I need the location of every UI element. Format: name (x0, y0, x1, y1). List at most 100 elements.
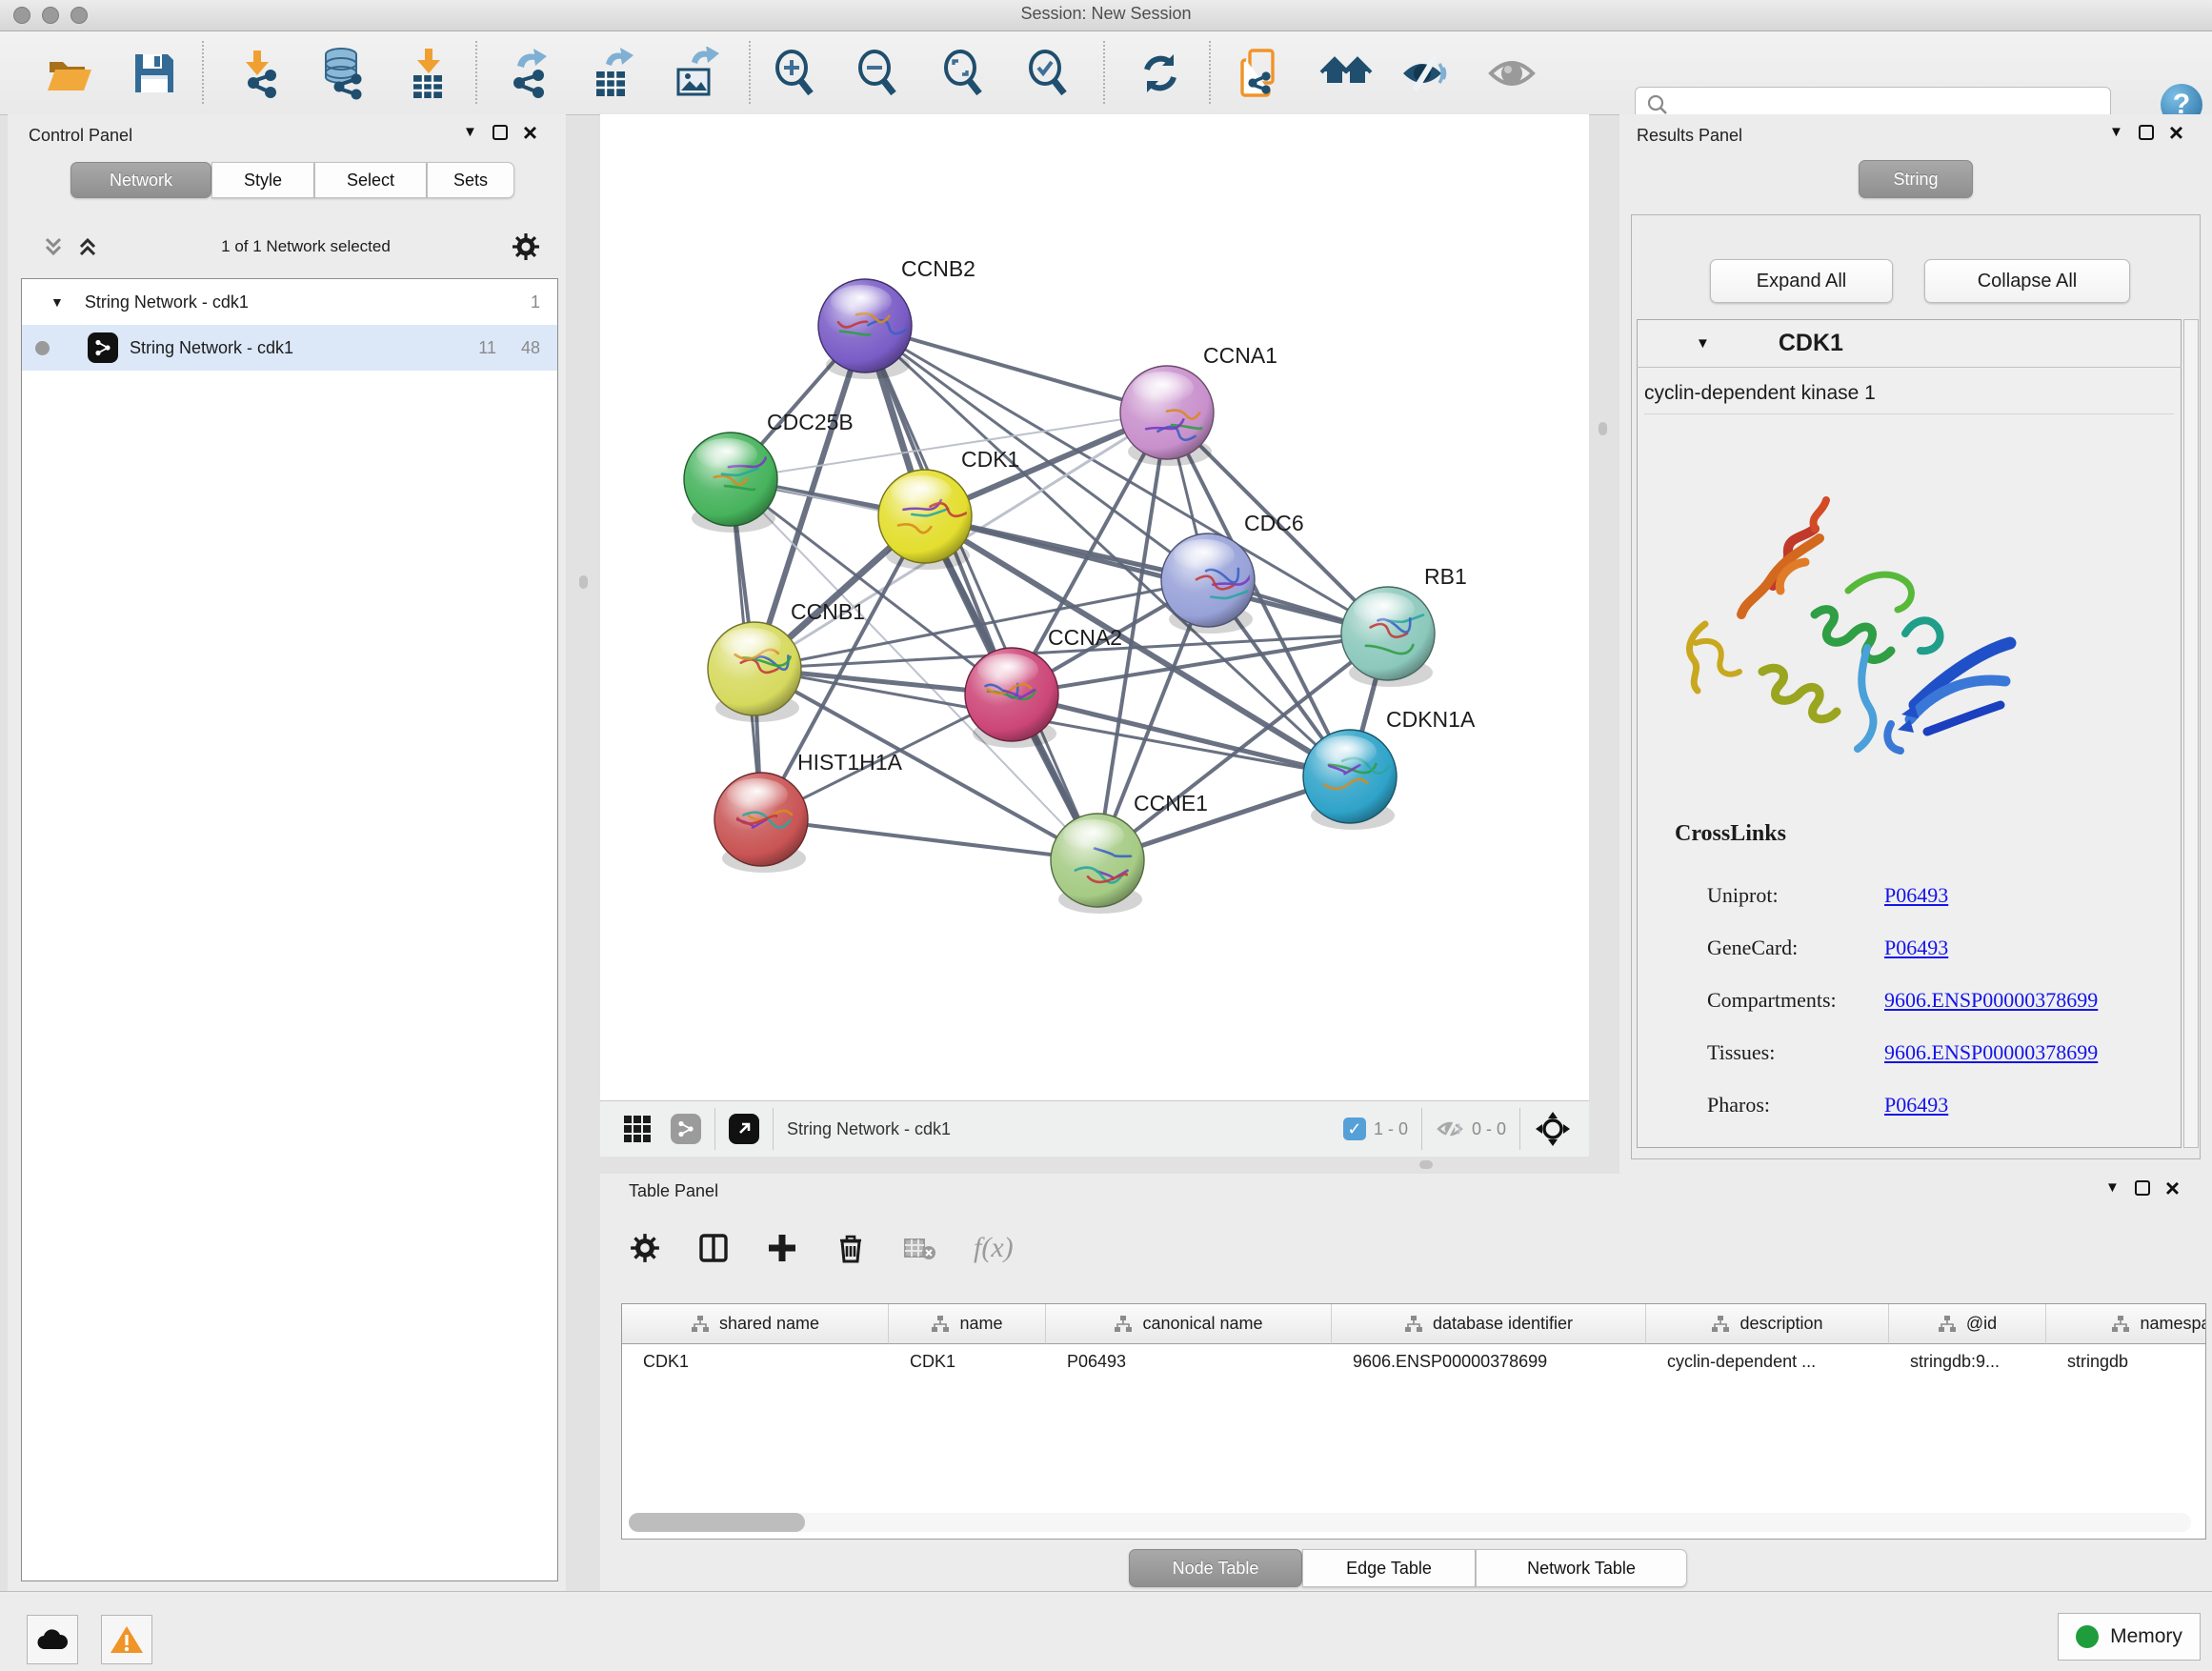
table-cell[interactable]: P06493 (1046, 1344, 1332, 1379)
show-all-button[interactable] (1481, 43, 1542, 104)
network-edge[interactable] (761, 819, 1097, 860)
column-header-canonical-name[interactable]: canonical name (1046, 1304, 1332, 1344)
memory-button[interactable]: Memory (2058, 1613, 2201, 1661)
zoom-fit-button[interactable] (933, 43, 994, 104)
table-cell[interactable]: cyclin-dependent ... (1646, 1344, 1889, 1379)
table-horizontal-scrollbar[interactable] (629, 1513, 2191, 1532)
expand-all-icon[interactable] (74, 233, 101, 260)
network-node[interactable] (1303, 730, 1397, 830)
network-edge[interactable] (865, 326, 1097, 860)
network-row[interactable]: String Network - cdk1 11 48 (22, 325, 557, 371)
cloud-status-button[interactable] (27, 1615, 78, 1664)
results-panel-float-button[interactable]: ▼ (2109, 124, 2123, 140)
table-panel-float-button[interactable]: ▼ (2105, 1179, 2120, 1196)
network-node[interactable] (1161, 534, 1255, 634)
network-node[interactable] (1341, 587, 1435, 687)
network-node[interactable] (714, 773, 808, 873)
refresh-button[interactable] (1130, 43, 1191, 104)
show-columns-icon[interactable] (697, 1232, 730, 1264)
column-header-name[interactable]: name (889, 1304, 1046, 1344)
network-node[interactable] (708, 622, 801, 722)
splitter-handle[interactable] (1599, 422, 1607, 435)
string-view-icon[interactable] (671, 1114, 701, 1144)
export-table-button[interactable] (581, 43, 642, 104)
home-button[interactable] (1316, 43, 1377, 104)
network-canvas[interactable]: CCNB2CCNA1CDC25BCDK1CDC6RB1CCNB1CCNA2CDK… (600, 114, 1589, 1100)
table-panel-close-button[interactable]: × (2165, 1180, 2180, 1196)
table-cell[interactable]: stringdb:9... (1889, 1344, 2046, 1379)
table-cell[interactable]: CDK1 (622, 1344, 889, 1379)
open-session-button[interactable] (38, 43, 99, 104)
tab-string[interactable]: String (1859, 160, 1973, 198)
table-cell[interactable]: 9606.ENSP00000378699 (1332, 1344, 1646, 1379)
network-edge[interactable] (925, 516, 1388, 634)
column-header-namespace[interactable]: namespace (2046, 1304, 2206, 1344)
import-table-from-file-button[interactable] (396, 43, 457, 104)
grid-view-icon[interactable] (621, 1113, 654, 1145)
network-from-selection-button[interactable] (1233, 43, 1294, 104)
tab-style[interactable]: Style (211, 162, 314, 198)
uniprot-link[interactable]: P06493 (1884, 883, 1948, 907)
table-settings-gear-icon[interactable] (629, 1232, 661, 1264)
hide-selected-button[interactable] (1394, 43, 1455, 104)
column-header-shared-name[interactable]: shared name (622, 1304, 889, 1344)
zoom-out-button[interactable] (847, 43, 908, 104)
network-node[interactable] (684, 433, 777, 533)
birds-eye-view-icon[interactable] (729, 1114, 759, 1144)
network-node[interactable] (878, 470, 972, 570)
import-network-from-database-button[interactable] (312, 43, 373, 104)
pharos-link[interactable]: P06493 (1884, 1093, 1948, 1117)
column-type-icon (691, 1315, 710, 1334)
import-network-from-file-button[interactable] (229, 43, 290, 104)
network-collection-row[interactable]: ▼ String Network - cdk1 1 (22, 279, 557, 325)
delete-column-icon[interactable] (835, 1232, 867, 1264)
add-column-icon[interactable] (766, 1232, 798, 1264)
tab-network-table[interactable]: Network Table (1476, 1549, 1687, 1587)
column-header-id[interactable]: @id (1889, 1304, 2046, 1344)
collapse-all-button[interactable]: Collapse All (1924, 259, 2130, 303)
results-panel-close-button[interactable]: × (2169, 125, 2183, 140)
export-network-button[interactable] (498, 43, 559, 104)
gear-icon[interactable] (511, 232, 541, 262)
results-panel-maximize-button[interactable] (2139, 125, 2154, 140)
splitter-handle[interactable] (579, 575, 588, 589)
table-panel-maximize-button[interactable] (2135, 1180, 2150, 1196)
genecard-link[interactable]: P06493 (1884, 936, 1948, 959)
results-scrollbar[interactable] (2183, 319, 2199, 1148)
column-header-database-identifier[interactable]: database identifier (1332, 1304, 1646, 1344)
column-header-description[interactable]: description (1646, 1304, 1889, 1344)
zoom-selected-button[interactable] (1017, 43, 1078, 104)
table-cell[interactable]: stringdb (2046, 1344, 2206, 1379)
warning-status-button[interactable] (101, 1615, 152, 1664)
tissues-link[interactable]: 9606.ENSP00000378699 (1884, 1040, 2098, 1064)
network-node[interactable] (818, 279, 912, 379)
control-panel-close-button[interactable]: × (523, 125, 537, 140)
scrollbar-thumb[interactable] (629, 1513, 805, 1532)
search-input[interactable] (1676, 94, 2110, 115)
tab-network[interactable]: Network (70, 162, 211, 198)
control-panel-float-button[interactable]: ▼ (463, 124, 477, 140)
export-image-button[interactable] (665, 43, 726, 104)
collection-expand-arrow[interactable]: ▼ (50, 294, 64, 310)
tab-node-table[interactable]: Node Table (1129, 1549, 1302, 1587)
table-cell[interactable]: CDK1 (889, 1344, 1046, 1379)
network-node[interactable] (1051, 814, 1144, 914)
selected-checkbox[interactable]: ✓ (1343, 1117, 1366, 1140)
pan-crosshair-icon[interactable] (1534, 1110, 1572, 1148)
save-session-button[interactable] (124, 43, 185, 104)
control-panel-maximize-button[interactable] (493, 125, 508, 140)
zoom-in-button[interactable] (764, 43, 825, 104)
network-selected-status: 1 of 1 Network selected (101, 237, 511, 256)
tab-edge-table[interactable]: Edge Table (1302, 1549, 1476, 1587)
export-network-icon (502, 47, 555, 100)
splitter-handle[interactable] (1419, 1160, 1433, 1169)
expand-all-button[interactable]: Expand All (1710, 259, 1893, 303)
collapse-all-icon[interactable] (40, 233, 67, 260)
network-node[interactable] (965, 648, 1058, 748)
compartments-link[interactable]: 9606.ENSP00000378699 (1884, 988, 2098, 1012)
gene-section-header[interactable]: ▼ CDK1 (1637, 319, 2182, 368)
tab-sets[interactable]: Sets (427, 162, 514, 198)
tab-select[interactable]: Select (314, 162, 427, 198)
network-node[interactable] (1120, 366, 1214, 466)
gene-collapse-arrow[interactable]: ▼ (1696, 335, 1710, 352)
